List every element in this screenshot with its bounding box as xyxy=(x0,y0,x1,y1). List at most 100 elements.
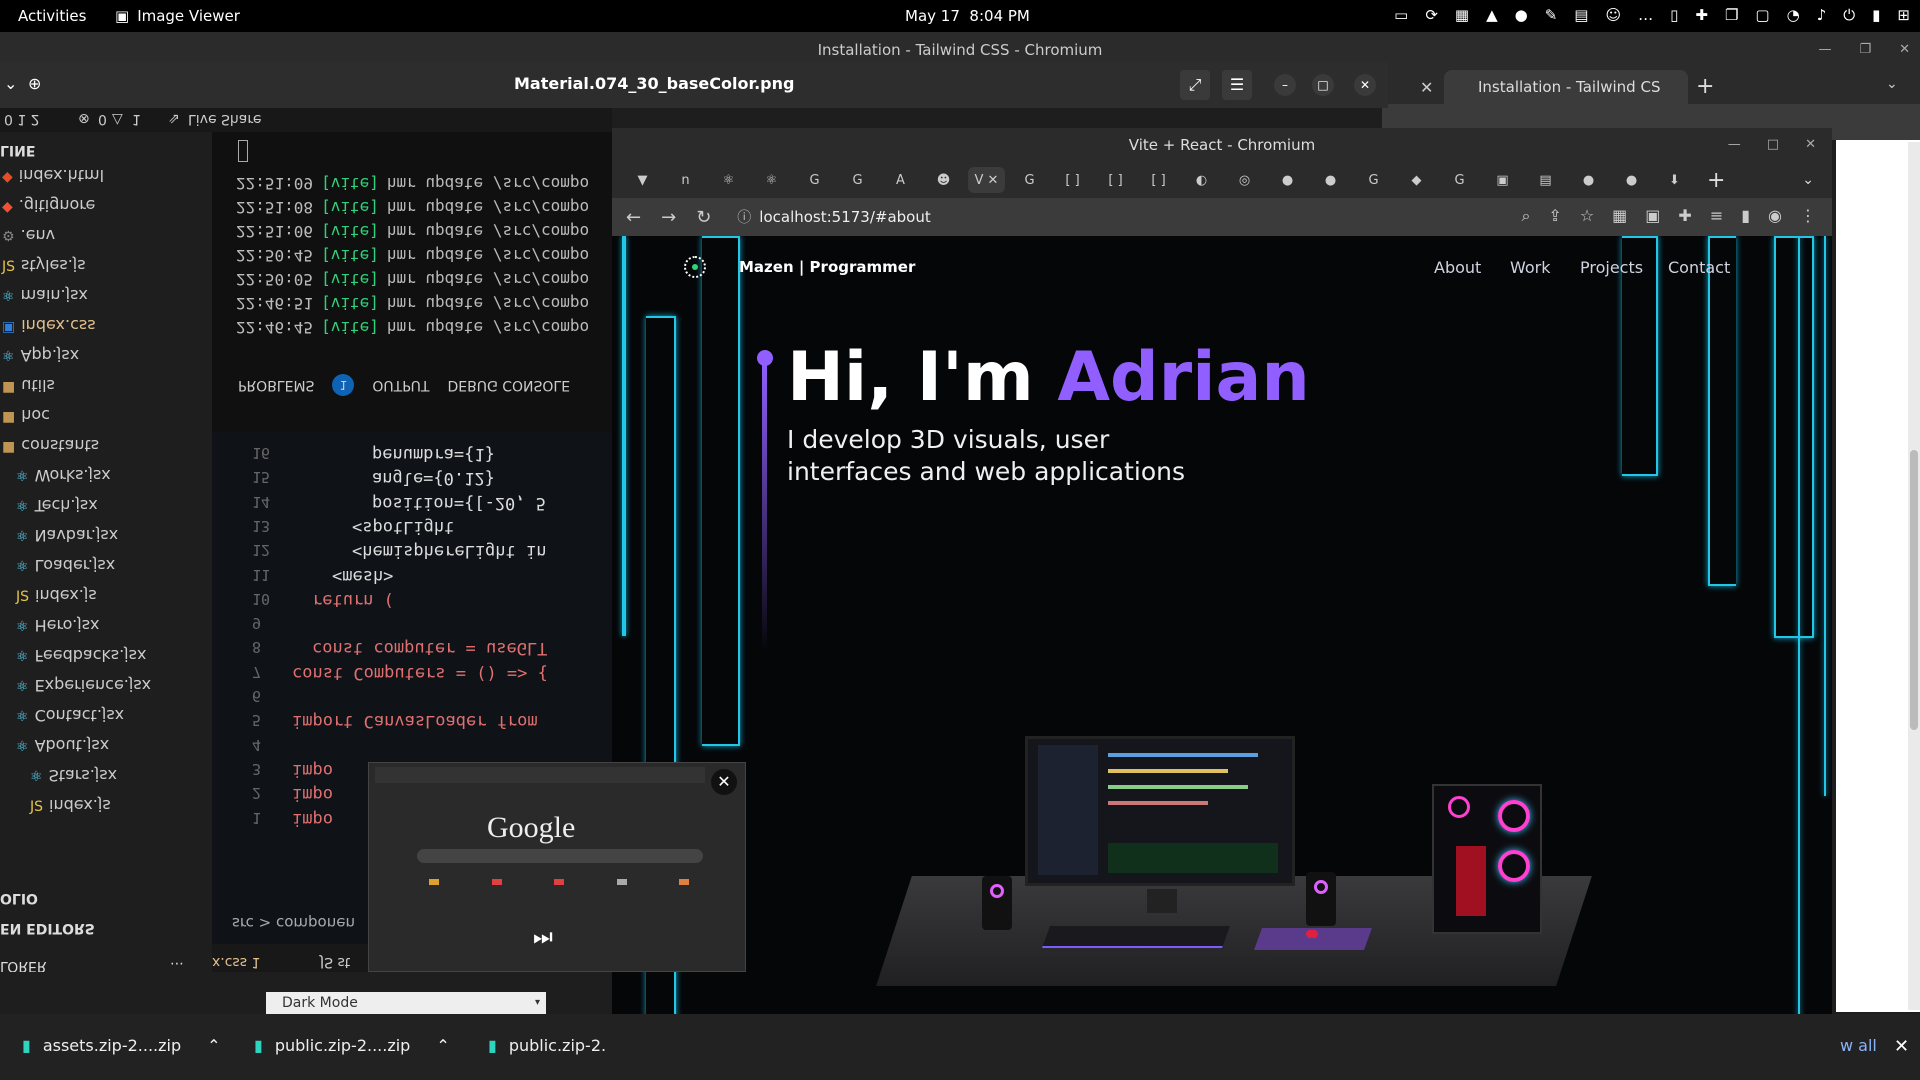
tab-n[interactable]: n xyxy=(667,167,704,193)
volume-icon[interactable]: ♪ xyxy=(1817,6,1827,24)
extension-icon-2[interactable]: ▣ xyxy=(1645,206,1660,226)
tab-yellow-2[interactable]: ● xyxy=(1613,167,1650,193)
vm-icon[interactable]: ▦ xyxy=(1455,6,1469,24)
chevron-up-icon[interactable]: ⌃ xyxy=(436,1036,449,1055)
tab-chart[interactable]: ▤ xyxy=(1527,167,1564,193)
tab-vite[interactable]: ▼ xyxy=(624,167,661,193)
face-icon[interactable]: ☺ xyxy=(1605,6,1621,24)
tab-circle[interactable]: ◐ xyxy=(1183,167,1220,193)
download-item[interactable]: ▮ public.zip-2. xyxy=(488,1036,606,1055)
maximize-icon[interactable]: □ xyxy=(1312,74,1334,96)
tab-app-1[interactable]: ⚛ xyxy=(710,167,747,193)
nav-work[interactable]: Work xyxy=(1510,258,1551,277)
zoom-icon[interactable]: ⌕ xyxy=(1521,206,1530,226)
tab-download[interactable]: ⬇ xyxy=(1656,167,1693,193)
tab-google-2[interactable]: G xyxy=(839,167,876,193)
puzzle-icon[interactable]: ✚ xyxy=(1695,6,1708,24)
kebab-menu-icon[interactable]: ⋮ xyxy=(1800,206,1816,226)
window-icon[interactable]: ❐ xyxy=(1725,6,1738,24)
scrollbar-thumb[interactable] xyxy=(1910,450,1918,730)
more-icon[interactable]: … xyxy=(1638,6,1653,24)
tab-google-1[interactable]: G xyxy=(796,167,833,193)
minimize-icon[interactable]: — xyxy=(1728,128,1741,162)
skip-next-icon[interactable]: ⏭ xyxy=(533,925,553,950)
address-bar[interactable]: localhost:5173/#about xyxy=(759,208,930,226)
popup-close-icon[interactable]: ✕ xyxy=(711,769,737,795)
wifi-icon[interactable]: ◔ xyxy=(1787,6,1800,24)
tab-search-icon[interactable]: ⌄ xyxy=(1886,76,1898,92)
new-tab-button[interactable]: + xyxy=(1696,74,1714,99)
reload-icon[interactable]: ↻ xyxy=(696,207,711,228)
show-all-link[interactable]: w all xyxy=(1840,1036,1877,1055)
tab-google-4[interactable]: G xyxy=(1355,167,1392,193)
tab-app-2[interactable]: ⚛ xyxy=(753,167,790,193)
screen-icon[interactable]: ▭ xyxy=(1394,6,1408,24)
close-icon[interactable]: ✕ xyxy=(1894,1036,1909,1057)
tab-img[interactable]: ▣ xyxy=(1484,167,1521,193)
tab-active[interactable]: V ✕ xyxy=(968,167,1005,193)
tab-close-icon[interactable]: ✕ xyxy=(1420,78,1433,97)
tab-chrome[interactable]: ◎ xyxy=(1226,167,1263,193)
tab-yellow-1[interactable]: ● xyxy=(1570,167,1607,193)
chevron-down-icon[interactable]: ⌄ xyxy=(4,74,17,93)
clock[interactable]: May 17 8:04 PM xyxy=(905,7,1030,25)
tab-search-icon[interactable]: ⌄ xyxy=(1802,172,1814,188)
forward-icon[interactable]: → xyxy=(661,207,676,228)
download-item[interactable]: ▮ assets.zip-2....zip ⌃ xyxy=(22,1036,221,1055)
hamburger-menu-icon[interactable]: ☰ xyxy=(1222,70,1252,100)
tab-a[interactable]: A xyxy=(882,167,919,193)
activities-button[interactable]: Activities xyxy=(18,7,86,25)
clipboard-icon[interactable]: ▤ xyxy=(1574,6,1588,24)
sync-icon[interactable]: ⟳ xyxy=(1425,6,1438,24)
monitor-icon[interactable]: ▢ xyxy=(1755,6,1769,24)
nav-contact[interactable]: Contact xyxy=(1668,258,1730,277)
share-icon[interactable]: ⇪ xyxy=(1548,206,1561,226)
tab-bracket-3[interactable]: [ ] xyxy=(1140,167,1177,193)
maximize-icon[interactable]: □ xyxy=(1767,128,1779,162)
app-menu[interactable]: ▣ Image Viewer xyxy=(115,7,240,25)
globe-icon[interactable]: ● xyxy=(1515,6,1528,24)
bookmark-star-icon[interactable]: ☆ xyxy=(1580,206,1594,226)
nav-about[interactable]: About xyxy=(1434,258,1481,277)
puzzle-icon[interactable]: ✚ xyxy=(1678,206,1691,226)
grid-icon[interactable]: ⊞ xyxy=(1897,6,1910,24)
close-icon[interactable]: ✕ xyxy=(1899,32,1910,68)
tab-fish[interactable]: ◆ xyxy=(1398,167,1435,193)
zoom-icon[interactable]: ⊕ xyxy=(28,74,41,93)
tab-orange-2[interactable]: ● xyxy=(1312,167,1349,193)
download-item[interactable]: ▮ public.zip-2....zip ⌃ xyxy=(254,1036,450,1055)
hero-subtitle: I develop 3D visuals, user interfaces an… xyxy=(787,425,1186,486)
sidepanel-icon[interactable]: ▮ xyxy=(1741,206,1750,226)
restore-icon[interactable]: ❐ xyxy=(1859,32,1871,68)
tab-tailwind[interactable]: Installation - Tailwind CS xyxy=(1444,70,1688,104)
fullscreen-icon[interactable]: ⤢ xyxy=(1180,70,1210,100)
close-icon[interactable]: ✕ xyxy=(1805,128,1816,162)
battery-icon[interactable]: ▮ xyxy=(1872,6,1880,24)
nav-projects[interactable]: Projects xyxy=(1580,258,1643,277)
reading-list-icon[interactable]: ≡ xyxy=(1710,206,1723,226)
tab-github[interactable]: ☻ xyxy=(925,167,962,193)
minimize-icon[interactable]: – xyxy=(1274,74,1296,96)
logo-text[interactable]: Mazen | Programmer xyxy=(739,258,915,276)
tab-google-3[interactable]: G xyxy=(1011,167,1048,193)
system-tray[interactable]: ▭ ⟳ ▦ ▲ ● ✎ ▤ ☺ … ▯ ✚ ❐ ▢ ◔ ♪ ⏻ ▮ ⊞ xyxy=(1394,6,1910,24)
power-icon[interactable]: ⏻ xyxy=(1843,6,1855,24)
minimize-icon[interactable]: — xyxy=(1818,32,1831,68)
pen-icon[interactable]: ✎ xyxy=(1545,6,1558,24)
file-item: ◆ .gitignore xyxy=(2,196,95,215)
new-tab-button[interactable]: + xyxy=(1707,168,1725,193)
dark-mode-select[interactable]: Dark Mode ▾ xyxy=(266,992,546,1014)
tab-bracket-2[interactable]: [ ] xyxy=(1097,167,1134,193)
tab-bracket-1[interactable]: [ ] xyxy=(1054,167,1091,193)
chevron-up-icon[interactable]: ⌃ xyxy=(207,1036,220,1055)
pip-popup[interactable]: Google ✕ ⏭ xyxy=(368,762,746,972)
tab-google-5[interactable]: G xyxy=(1441,167,1478,193)
profile-icon[interactable]: ◉ xyxy=(1768,206,1782,226)
close-icon[interactable]: ✕ xyxy=(1354,74,1376,96)
info-icon[interactable]: ⓘ xyxy=(737,207,751,227)
vlc-icon[interactable]: ▲ xyxy=(1486,6,1498,24)
cast-icon[interactable]: ▯ xyxy=(1670,6,1678,24)
extension-icon-1[interactable]: ▦ xyxy=(1612,206,1627,226)
back-icon[interactable]: ← xyxy=(626,207,641,228)
tab-orange-1[interactable]: ● xyxy=(1269,167,1306,193)
